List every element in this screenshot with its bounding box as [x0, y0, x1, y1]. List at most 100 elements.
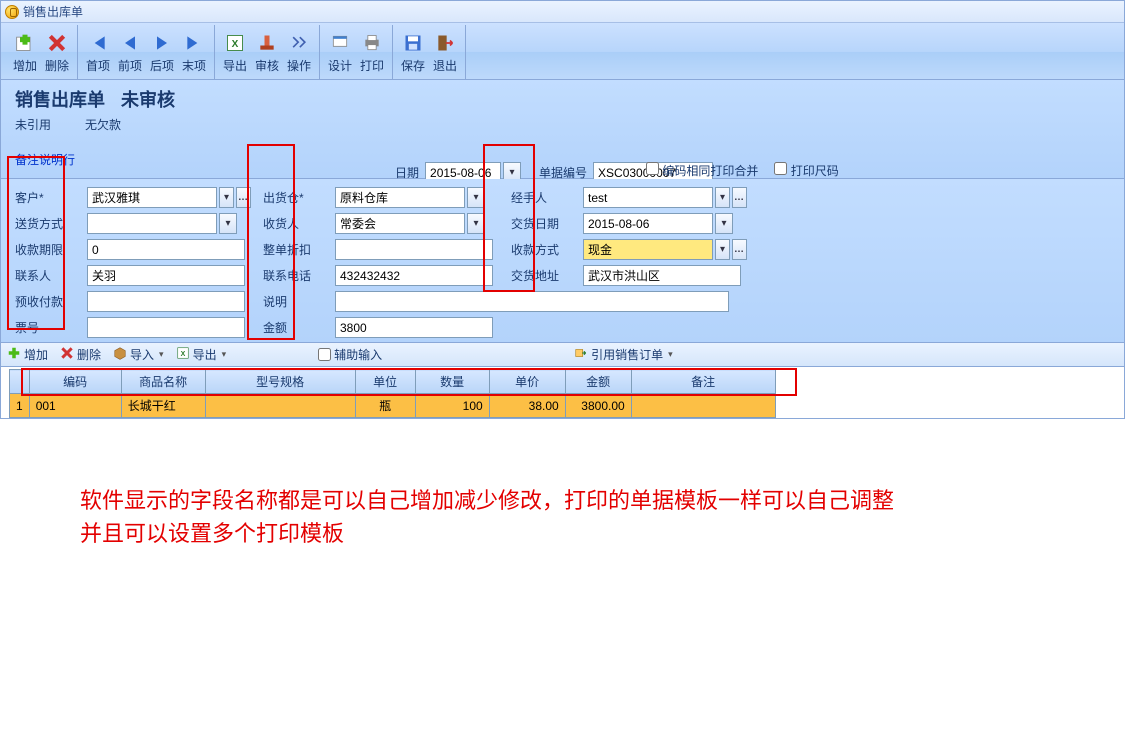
deliveryaddr-input[interactable]	[583, 265, 741, 286]
customer-label: 客户*	[15, 189, 75, 206]
handler-more-button[interactable]: …	[732, 187, 747, 208]
deliveryaddr-label: 交货地址	[511, 267, 571, 284]
excel-icon: X	[223, 31, 247, 55]
cell-name[interactable]: 长城干红	[121, 394, 205, 418]
cell-unit[interactable]: 瓶	[355, 394, 415, 418]
paymethod-input[interactable]	[583, 239, 713, 260]
merge-checkbox-label[interactable]: 编码相同打印合并	[646, 162, 758, 179]
description-input[interactable]	[335, 291, 729, 312]
prepaid-input[interactable]	[87, 291, 245, 312]
col-name[interactable]: 商品名称	[121, 370, 205, 394]
delete-button[interactable]: 删除	[41, 25, 73, 79]
customer-more-button[interactable]: …	[236, 187, 251, 208]
col-unit[interactable]: 单位	[355, 370, 415, 394]
payperiod-label: 收款期限	[15, 241, 75, 258]
col-code[interactable]: 编码	[29, 370, 121, 394]
col-note[interactable]: 备注	[631, 370, 775, 394]
cell-note[interactable]	[631, 394, 775, 418]
warehouse-input[interactable]	[335, 187, 465, 208]
cell-spec[interactable]	[205, 394, 355, 418]
phone-input[interactable]	[335, 265, 493, 286]
save-button[interactable]: 保存	[397, 25, 429, 79]
app-icon	[5, 5, 19, 19]
last-button[interactable]: 末项	[178, 25, 210, 79]
col-qty[interactable]: 数量	[415, 370, 489, 394]
customer-input[interactable]	[87, 187, 217, 208]
col-amount[interactable]: 金额	[565, 370, 631, 394]
door-icon	[433, 31, 457, 55]
cell-qty[interactable]: 100	[415, 394, 489, 418]
grid-import-button[interactable]: 导入▾	[113, 346, 164, 363]
receiver-dropdown-button[interactable]: ▾	[467, 213, 485, 234]
design-button[interactable]: 设计	[324, 25, 356, 79]
audit-button[interactable]: 审核	[251, 25, 283, 79]
first-button[interactable]: 首项	[82, 25, 114, 79]
paymethod-more-button[interactable]: …	[732, 239, 747, 260]
cell-amount[interactable]: 3800.00	[565, 394, 631, 418]
add-button[interactable]: 增加	[9, 25, 41, 79]
deliverymethod-label: 送货方式	[15, 215, 75, 232]
printsize-checkbox-label[interactable]: 打印尺码	[774, 162, 838, 179]
deliverymethod-input[interactable]	[87, 213, 217, 234]
operate-button[interactable]: 操作	[283, 25, 315, 79]
plus-icon	[13, 31, 37, 55]
print-button[interactable]: 打印	[356, 25, 388, 79]
col-price[interactable]: 单价	[489, 370, 565, 394]
table-row[interactable]: 1 001 长城干红 瓶 100 38.00 3800.00	[10, 394, 776, 418]
cell-price[interactable]: 38.00	[489, 394, 565, 418]
svg-text:X: X	[232, 39, 239, 50]
doc-title: 销售出库单	[15, 86, 105, 112]
receiver-label: 收货人	[263, 215, 323, 232]
ticket-input[interactable]	[87, 317, 245, 338]
deliverymethod-dropdown-button[interactable]: ▾	[219, 213, 237, 234]
paymethod-dropdown-button[interactable]: ▾	[715, 239, 730, 260]
toolbar: 增加 删除 首项 前项 后项 末项	[1, 23, 1124, 80]
remark-link[interactable]: 备注说明行	[15, 151, 75, 168]
printsize-checkbox[interactable]	[774, 162, 787, 175]
handler-dropdown-button[interactable]: ▾	[715, 187, 730, 208]
amount-input[interactable]	[335, 317, 493, 338]
contact-input[interactable]	[87, 265, 245, 286]
printer-icon	[360, 31, 384, 55]
titlebar: 销售出库单	[1, 1, 1124, 23]
warehouse-dropdown-button[interactable]: ▾	[467, 187, 485, 208]
stamp-icon	[255, 31, 279, 55]
assist-checkbox-label[interactable]: 辅助输入	[318, 346, 382, 363]
col-spec[interactable]: 型号规格	[205, 370, 355, 394]
arrow-left-icon	[118, 31, 142, 55]
grid-toolbar: 增加 删除 导入▾ X 导出▾ 辅助输入 引用销售订单▾	[1, 342, 1124, 367]
x-icon	[60, 346, 74, 363]
deliverydate-dropdown-button[interactable]: ▾	[715, 213, 733, 234]
deliverydate-input[interactable]	[583, 213, 713, 234]
prepaid-label: 预收付款	[15, 293, 75, 310]
customer-dropdown-button[interactable]: ▾	[219, 187, 234, 208]
data-table: 编码 商品名称 型号规格 单位 数量 单价 金额 备注 1 001 长城干红 瓶	[9, 369, 776, 418]
arrow-first-icon	[86, 31, 110, 55]
unref-label: 未引用	[15, 116, 51, 133]
prev-button[interactable]: 前项	[114, 25, 146, 79]
description-label: 说明	[263, 293, 323, 310]
cell-code[interactable]: 001	[29, 394, 121, 418]
discount-input[interactable]	[335, 239, 493, 260]
exit-button[interactable]: 退出	[429, 25, 461, 79]
contact-label: 联系人	[15, 267, 75, 284]
amount-label: 金额	[263, 319, 323, 336]
quote-order-button[interactable]: 引用销售订单▾	[574, 346, 673, 363]
export-button[interactable]: X 导出	[219, 25, 251, 79]
handler-label: 经手人	[511, 189, 571, 206]
grid-export-button[interactable]: X 导出▾	[176, 346, 227, 363]
next-button[interactable]: 后项	[146, 25, 178, 79]
discount-label: 整单折扣	[263, 241, 323, 258]
paymethod-label: 收款方式	[511, 241, 571, 258]
doc-status: 未审核	[121, 86, 175, 112]
receiver-input[interactable]	[335, 213, 465, 234]
grid-add-button[interactable]: 增加	[7, 346, 48, 363]
arrow-right-icon	[150, 31, 174, 55]
form-grid: 客户* ▾ … 出货仓* ▾ 经手人 ▾ … 送货方式 ▾	[1, 179, 1124, 342]
handler-input[interactable]	[583, 187, 713, 208]
assist-checkbox[interactable]	[318, 348, 331, 361]
grid-delete-button[interactable]: 删除	[60, 346, 101, 363]
payperiod-input[interactable]	[87, 239, 245, 260]
floppy-icon	[401, 31, 425, 55]
merge-checkbox[interactable]	[646, 162, 659, 175]
